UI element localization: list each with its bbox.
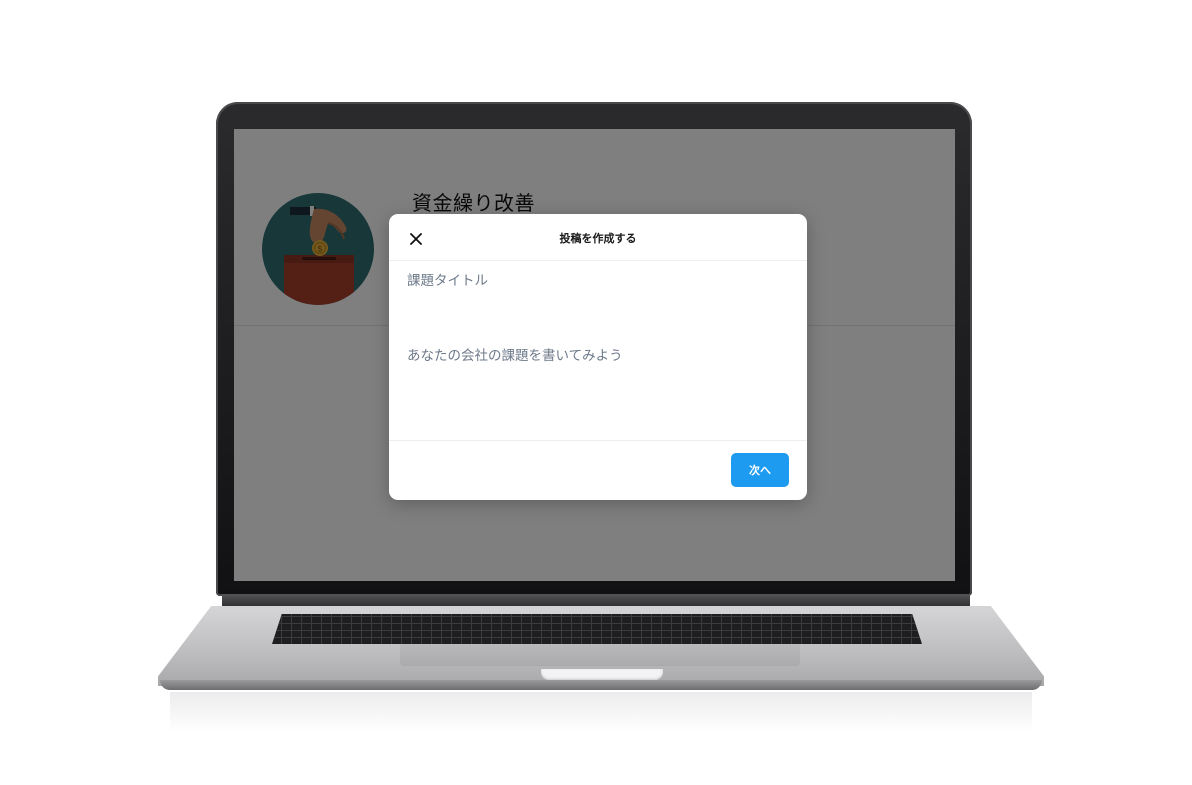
laptop-keyboard [272, 614, 922, 644]
create-post-modal: 投稿を作成する 次へ [389, 214, 807, 500]
laptop-screen: $ 資金繰り改善 投稿を作成する 次へ [234, 129, 955, 581]
laptop-trackpad [400, 644, 800, 666]
issue-body-textarea[interactable] [407, 344, 787, 424]
laptop-front-edge [160, 680, 1042, 690]
modal-title: 投稿を作成する [559, 232, 637, 245]
modal-footer: 次へ [389, 440, 807, 501]
laptop-notch [541, 669, 663, 680]
laptop-reflection [170, 692, 1032, 732]
next-button[interactable]: 次へ [731, 453, 789, 487]
laptop-hinge [222, 594, 970, 608]
issue-title-input[interactable] [407, 270, 787, 292]
modal-header: 投稿を作成する [389, 214, 807, 261]
